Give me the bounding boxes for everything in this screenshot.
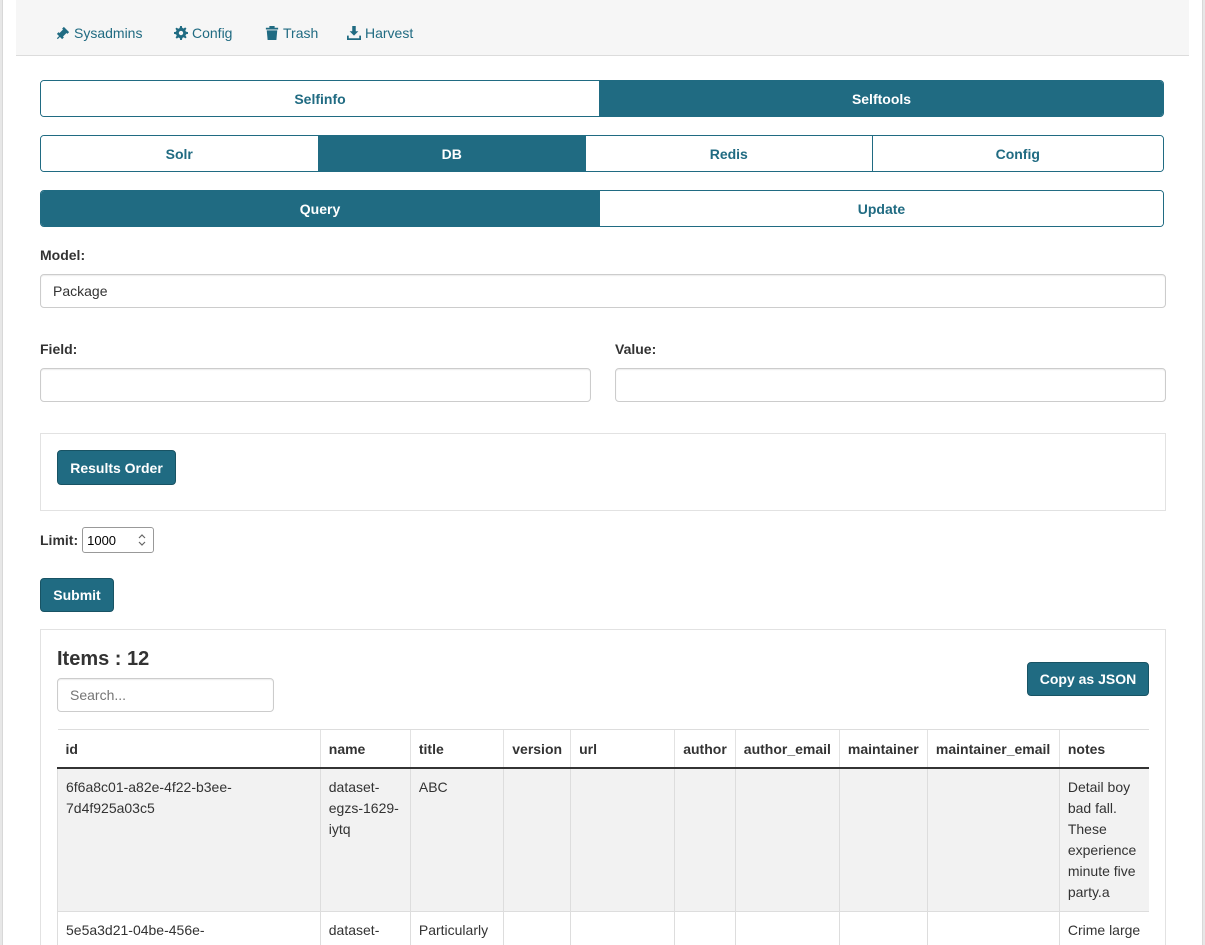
cell-url	[570, 768, 675, 912]
limit-input[interactable]: 1000	[82, 527, 155, 553]
column-header[interactable]: title	[409, 729, 504, 769]
cell-author	[674, 768, 736, 912]
cell-version	[503, 911, 571, 945]
nav-label: Harvest	[365, 25, 414, 41]
nav-sysadmins[interactable]: Sysadmins	[56, 25, 142, 41]
cell-name: dataset-	[319, 911, 411, 945]
nav-label: Config	[192, 25, 233, 41]
tab-db[interactable]: DB	[317, 136, 586, 171]
model-input[interactable]	[40, 274, 1166, 308]
field-label: Field:	[40, 341, 78, 357]
trash-icon	[265, 26, 279, 40]
main-tabs: Selfinfo Selftools	[40, 80, 1164, 117]
cell-maintainer	[838, 911, 928, 945]
column-header[interactable]: id	[57, 729, 321, 769]
nav-harvest[interactable]: Harvest	[347, 25, 413, 41]
gavel-icon	[56, 26, 70, 40]
limit-label: Limit:	[40, 532, 79, 548]
tab-query[interactable]: Query	[41, 191, 599, 226]
tab-redis[interactable]: Redis	[585, 136, 872, 171]
tab-selfinfo[interactable]: Selfinfo	[41, 81, 599, 116]
cell-maintainer	[838, 768, 928, 912]
cell-notes: Detail boy bad fall. These experience mi…	[1058, 768, 1149, 912]
column-header[interactable]: version	[503, 729, 571, 769]
cell-maintainer-email	[926, 911, 1060, 945]
db-tabs: Query Update	[40, 190, 1164, 227]
limit-value: 1000	[87, 532, 117, 548]
tab-config[interactable]: Config	[871, 136, 1163, 171]
column-header[interactable]: author_email	[734, 729, 840, 769]
nav-label: Trash	[283, 25, 319, 41]
tab-solr[interactable]: Solr	[41, 136, 318, 171]
results-table: id name title version url author author_…	[57, 729, 1149, 945]
search-input[interactable]	[57, 678, 274, 712]
spinner-arrows-icon[interactable]	[137, 532, 147, 548]
value-input[interactable]	[615, 368, 1166, 402]
gear-icon	[174, 26, 188, 40]
cell-title: Particularly	[409, 911, 504, 945]
column-header[interactable]: maintainer	[838, 729, 928, 769]
field-input[interactable]	[40, 368, 591, 402]
cell-url	[570, 911, 675, 945]
top-nav: Sysadmins Config Trash Harvest	[16, 0, 1189, 56]
results-order-panel	[40, 433, 1166, 511]
cell-id: 5e5a3d21-04be-456e-	[57, 911, 321, 945]
cell-notes: Crime large	[1058, 911, 1149, 945]
cell-author	[674, 911, 736, 945]
tab-selftools[interactable]: Selftools	[599, 81, 1163, 116]
column-header[interactable]: notes	[1058, 729, 1149, 769]
copy-json-button[interactable]: Copy as JSON	[1027, 662, 1149, 696]
nav-config[interactable]: Config	[174, 25, 232, 41]
cell-author-email	[734, 768, 840, 912]
table-row: 5e5a3d21-04be-456e- dataset- Particularl…	[57, 911, 1149, 945]
cell-maintainer-email	[926, 768, 1060, 912]
value-label: Value:	[615, 341, 657, 357]
column-header[interactable]: url	[570, 729, 675, 769]
tool-tabs: Solr DB Redis Config	[40, 135, 1164, 172]
tab-update[interactable]: Update	[599, 191, 1163, 226]
submit-button[interactable]: Submit	[40, 578, 114, 612]
download-icon	[347, 26, 361, 40]
cell-id: 6f6a8c01-a82e-4f22-b3ee-7d4f925a03c5	[57, 768, 321, 912]
table-header-row: id name title version url author author_…	[57, 729, 1149, 769]
cell-name: dataset-egzs-1629-iytq	[319, 768, 411, 912]
results-table-wrapper: id name title version url author author_…	[57, 729, 1149, 945]
cell-title: ABC	[409, 768, 504, 912]
table-row: 6f6a8c01-a82e-4f22-b3ee-7d4f925a03c5 dat…	[57, 768, 1149, 912]
column-header[interactable]: author	[674, 729, 736, 769]
limit-row: Limit: 1000	[40, 527, 155, 553]
cell-version	[503, 768, 571, 912]
items-count-title: Items : 12	[57, 648, 150, 670]
results-order-button[interactable]: Results Order	[57, 450, 176, 485]
column-header[interactable]: maintainer_email	[926, 729, 1060, 769]
page: Sysadmins Config Trash Harvest Selfinfo …	[2, 0, 1203, 945]
nav-trash[interactable]: Trash	[265, 25, 318, 41]
model-label: Model:	[40, 247, 86, 263]
nav-label: Sysadmins	[74, 25, 143, 41]
column-header[interactable]: name	[319, 729, 411, 769]
cell-author-email	[734, 911, 840, 945]
